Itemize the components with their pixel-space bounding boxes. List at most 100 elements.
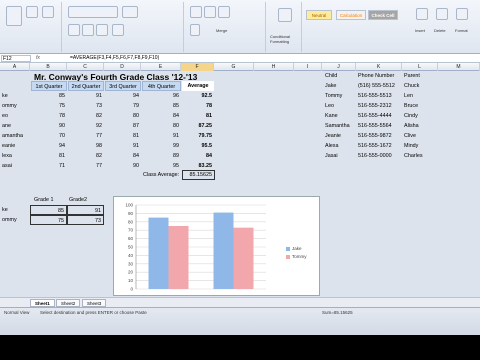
column-header-l[interactable]: L xyxy=(402,63,438,71)
column-header-d[interactable]: D xyxy=(104,63,141,71)
contact-parent[interactable]: Chuck xyxy=(404,81,419,91)
style-check-cell[interactable]: Check Cell xyxy=(368,10,398,20)
column-header-j[interactable]: J xyxy=(322,63,356,71)
small-cell[interactable]: 91 xyxy=(67,205,104,215)
insert-label[interactable]: Insert xyxy=(415,28,425,33)
small-cell[interactable]: 85 xyxy=(30,205,67,215)
average-cell[interactable]: 95.5 xyxy=(181,141,214,151)
contact-parent[interactable]: Len xyxy=(404,91,413,101)
grade-cell[interactable]: 94 xyxy=(30,141,67,151)
contact-child[interactable]: Alexa xyxy=(325,141,339,151)
grade-cell[interactable]: 78 xyxy=(30,111,67,121)
grade-cell[interactable]: 87 xyxy=(104,121,141,131)
copy-icon[interactable] xyxy=(42,6,54,18)
average-cell[interactable]: 81 xyxy=(181,111,214,121)
small-row-name[interactable]: ommy xyxy=(2,215,17,225)
cut-icon[interactable] xyxy=(26,6,38,18)
grade-cell[interactable]: 80 xyxy=(104,111,141,121)
contacts-header-phone[interactable]: Phone Number xyxy=(358,71,394,81)
contact-phone[interactable]: (516) 555-5512 xyxy=(358,81,395,91)
small-header-grade1[interactable]: Grade 1 xyxy=(34,195,53,205)
grade-cell[interactable]: 92 xyxy=(67,121,104,131)
contact-phone[interactable]: 516-555-0000 xyxy=(358,151,392,161)
grade-cell[interactable]: 84 xyxy=(141,111,181,121)
wrap-text-icon[interactable] xyxy=(190,24,200,36)
average-cell[interactable]: 78 xyxy=(181,101,214,111)
grade-cell[interactable]: 90 xyxy=(30,121,67,131)
align-left-icon[interactable] xyxy=(190,6,202,18)
grade-cell[interactable]: 98 xyxy=(67,141,104,151)
conditional-formatting-icon[interactable] xyxy=(278,8,292,22)
grade-cell[interactable]: 99 xyxy=(141,141,181,151)
column-header-m[interactable]: M xyxy=(438,63,480,71)
grade-cell[interactable]: 81 xyxy=(104,131,141,141)
style-neutral[interactable]: Neutral xyxy=(306,10,332,20)
student-name[interactable]: asai xyxy=(2,161,12,171)
average-cell[interactable]: 92.5 xyxy=(181,91,214,101)
grade-cell[interactable]: 82 xyxy=(67,151,104,161)
student-name[interactable]: ane xyxy=(2,121,11,131)
contact-phone[interactable]: 516-555-4444 xyxy=(358,111,392,121)
merge-label[interactable]: Merge xyxy=(216,28,227,33)
header-q2[interactable]: 2nd Quarter xyxy=(68,81,104,91)
fill-color-icon[interactable] xyxy=(112,24,124,36)
font-name-select[interactable] xyxy=(68,6,118,18)
delete-icon[interactable] xyxy=(436,8,448,20)
column-header-g[interactable]: G xyxy=(214,63,254,71)
contact-parent[interactable]: Clive xyxy=(404,131,416,141)
contact-child[interactable]: Jeanie xyxy=(325,131,341,141)
header-q1[interactable]: 1st Quarter xyxy=(31,81,67,91)
grade-cell[interactable]: 89 xyxy=(141,151,181,161)
format-label[interactable]: Format xyxy=(455,28,468,33)
contact-child[interactable]: Leo xyxy=(325,101,334,111)
small-cell[interactable]: 75 xyxy=(30,215,67,225)
contact-phone[interactable]: 516-555-2312 xyxy=(358,101,392,111)
small-header-grade2[interactable]: Grade2 xyxy=(69,195,87,205)
student-name[interactable]: ke xyxy=(2,91,8,101)
contact-parent[interactable]: Charles xyxy=(404,151,423,161)
formula-input[interactable]: =AVERAGE(F3,F4,F5,F6,F7,F8,F9,F10) xyxy=(70,55,159,62)
contacts-header-parent[interactable]: Parent xyxy=(404,71,420,81)
contact-phone[interactable]: 516-555-1672 xyxy=(358,141,392,151)
column-header-a[interactable]: A xyxy=(0,63,30,71)
font-size-select[interactable] xyxy=(122,6,138,18)
fx-icon[interactable]: fx xyxy=(36,55,40,61)
sheet-tab-3[interactable]: Sheet3 xyxy=(82,299,107,307)
contact-phone[interactable]: 516-555-5564 xyxy=(358,121,392,131)
column-header-b[interactable]: B xyxy=(30,63,67,71)
grade-cell[interactable]: 82 xyxy=(67,111,104,121)
grade-cell[interactable]: 91 xyxy=(141,131,181,141)
student-name[interactable]: eanie xyxy=(2,141,15,151)
grade-cell[interactable]: 70 xyxy=(30,131,67,141)
contact-parent[interactable]: Bruce xyxy=(404,101,418,111)
contact-child[interactable]: Samantha xyxy=(325,121,350,131)
header-q3[interactable]: 3rd Quarter xyxy=(105,81,141,91)
column-header-h[interactable]: H xyxy=(254,63,294,71)
contact-child[interactable]: Tommy xyxy=(325,91,342,101)
student-name[interactable]: amantha xyxy=(2,131,23,141)
contact-child[interactable]: Jake xyxy=(325,81,336,91)
student-name[interactable]: ommy xyxy=(2,101,17,111)
grade-cell[interactable]: 91 xyxy=(104,141,141,151)
contact-child[interactable]: Kane xyxy=(325,111,338,121)
contact-parent[interactable]: Alisha xyxy=(404,121,419,131)
column-header-e[interactable]: E xyxy=(141,63,181,71)
style-calculation[interactable]: Calculation xyxy=(336,10,366,20)
header-average[interactable]: Average xyxy=(182,81,214,91)
average-cell[interactable]: 84 xyxy=(181,151,214,161)
header-q4[interactable]: 4th Quarter xyxy=(142,81,181,91)
column-header-f[interactable]: F xyxy=(181,63,214,71)
column-header-k[interactable]: K xyxy=(356,63,402,71)
grade-cell[interactable]: 73 xyxy=(67,101,104,111)
contact-parent[interactable]: Mindy xyxy=(404,141,418,151)
contact-phone[interactable]: 516-555-9872 xyxy=(358,131,392,141)
average-cell[interactable]: 87.25 xyxy=(181,121,214,131)
grade-cell[interactable]: 80 xyxy=(141,121,181,131)
class-average-cell[interactable]: 85.15625 xyxy=(182,170,215,180)
italic-icon[interactable] xyxy=(82,24,94,36)
contacts-header-child[interactable]: Child xyxy=(325,71,337,81)
column-header-i[interactable]: I xyxy=(294,63,322,71)
grade-cell[interactable]: 75 xyxy=(30,101,67,111)
align-right-icon[interactable] xyxy=(218,6,230,18)
underline-icon[interactable] xyxy=(96,24,108,36)
